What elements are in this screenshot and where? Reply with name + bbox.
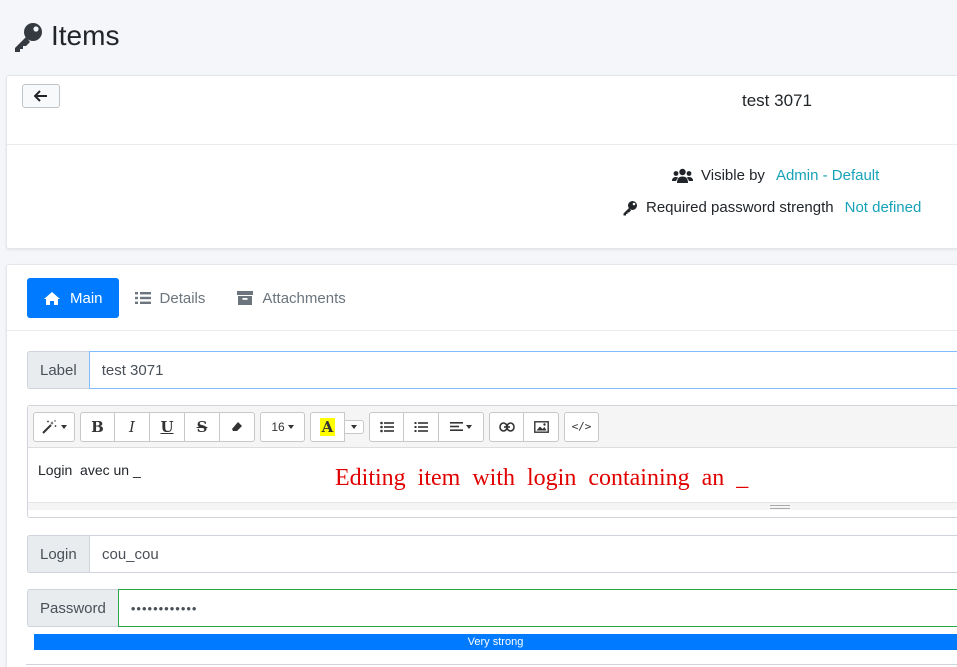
key-icon [623,200,637,215]
list-icon [134,292,151,304]
label-input-group: Label test 3071 [27,351,957,389]
rich-text-editor: B I U S 16 A </> Login avec un _ [27,405,957,518]
tab-details[interactable]: Details [119,278,222,318]
item-title: test 3071 [742,91,812,110]
tab-attachments[interactable]: Attachments [221,278,361,318]
label-input[interactable]: test 3071 [88,351,957,389]
visible-by-label: Visible by [701,167,765,184]
color-group: A [310,411,364,442]
required-strength-value[interactable]: Not defined [845,199,922,216]
required-strength-row: Required password strength Not defined [622,199,921,216]
archive-icon [237,291,254,305]
divider [7,144,957,145]
insert-group [489,411,559,442]
code-view-button[interactable]: </> [564,411,599,442]
required-strength-label: Required password strength [646,199,834,216]
page-header: Items [0,0,957,74]
clear-format-button[interactable] [220,411,255,442]
home-icon [44,291,60,305]
login-input-group: Login cou_cou [27,535,957,573]
resize-grip-icon [770,505,790,509]
paragraph-group [369,411,484,442]
key-icon [15,23,42,52]
annotation-text: Editing item with login containing an _ [335,465,749,491]
link-icon [498,421,515,432]
align-button[interactable] [439,411,484,442]
link-button[interactable] [489,411,524,442]
unordered-list-icon [379,421,394,432]
tabs-divider [7,330,957,331]
login-addon: Login [27,535,89,573]
style-group [33,411,75,442]
editor-content: Login avec un _ [38,462,141,478]
tab-main[interactable]: Main [27,278,119,318]
editor-resize-bar[interactable] [28,502,957,510]
password-addon: Password [27,589,118,627]
align-left-icon [450,422,463,431]
color-dropdown-button[interactable] [344,419,364,434]
item-info-card: test 3071 Visible by Admin - Default Req… [6,75,957,249]
eraser-icon [232,421,242,431]
tab-main-label: Main [70,289,103,307]
password-input-group: Password •••••••••••• [27,589,957,627]
font-size-value: 16 [271,419,285,434]
font-size-button[interactable]: 16 [260,411,305,442]
password-input[interactable]: •••••••••••• [117,589,957,627]
image-icon [533,420,549,433]
tab-details-label: Details [159,289,206,307]
strikethrough-button[interactable]: S [185,411,220,442]
tabs: Main Details Attachments [27,278,362,318]
label-addon: Label [27,351,89,389]
style-button[interactable] [33,411,75,442]
password-strength-bar: Very strong [34,634,957,650]
color-button[interactable]: A [310,411,345,442]
underline-button[interactable]: U [150,411,185,442]
font-size-group: 16 [260,411,305,442]
ordered-list-button[interactable] [404,411,439,442]
login-input[interactable]: cou_cou [89,535,957,573]
editor-toolbar: B I U S 16 A </> [28,406,957,448]
font-style-group: B I U S [80,411,255,442]
magic-wand-icon [41,419,56,434]
users-icon [672,168,693,183]
arrow-left-icon [34,90,47,102]
bold-button[interactable]: B [80,411,115,442]
back-button[interactable] [22,84,60,108]
italic-button[interactable]: I [115,411,150,442]
tab-attachments-label: Attachments [262,289,346,307]
ordered-list-icon [414,421,428,432]
page-title: Items [51,20,120,51]
code-group: </> [564,411,599,442]
unordered-list-button[interactable] [369,411,404,442]
visible-by-row: Visible by Admin - Default [672,167,879,184]
divider [26,664,957,665]
color-glyph: A [319,417,336,436]
visible-by-value[interactable]: Admin - Default [776,167,879,184]
password-strength-label: Very strong [467,636,524,648]
image-button[interactable] [524,411,559,442]
